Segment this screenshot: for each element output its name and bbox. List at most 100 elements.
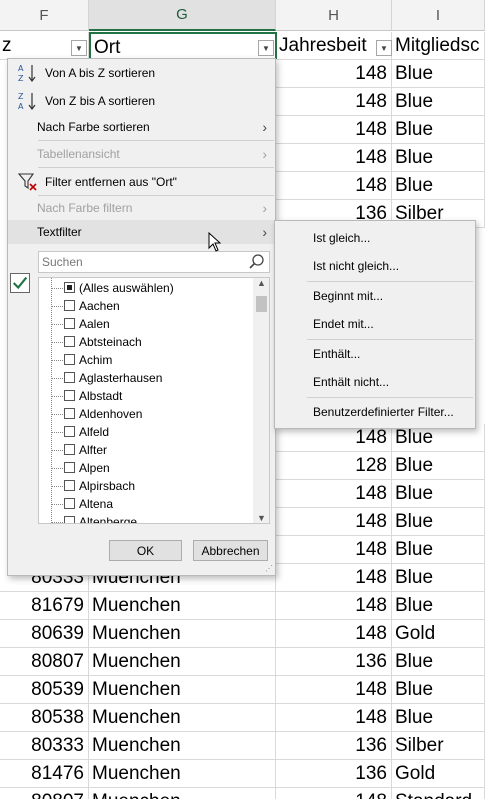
list-item[interactable]: Alfeld: [39, 423, 253, 441]
cell-i[interactable]: Blue: [392, 144, 485, 172]
cell-i[interactable]: Blue: [392, 508, 485, 536]
column-header-g[interactable]: G: [89, 0, 276, 31]
checkbox[interactable]: [64, 354, 75, 365]
list-item[interactable]: Altenberge: [39, 513, 253, 523]
cell-g[interactable]: Muenchen: [89, 760, 276, 788]
cell-f[interactable]: 81679: [0, 592, 89, 620]
cancel-button[interactable]: Abbrechen: [193, 540, 268, 561]
list-item[interactable]: Aglasterhausen: [39, 369, 253, 387]
cell-g[interactable]: Muenchen: [89, 788, 276, 799]
cell-g[interactable]: Muenchen: [89, 676, 276, 704]
submenu-begins-with[interactable]: Beginnt mit...: [313, 289, 383, 303]
cell-i[interactable]: Blue: [392, 648, 485, 676]
header-cell-mitgliedschaft[interactable]: Mitgliedsc: [392, 32, 485, 60]
checkbox[interactable]: [64, 336, 75, 347]
cell-h[interactable]: 148: [276, 536, 392, 564]
cell-i[interactable]: Blue: [392, 88, 485, 116]
cell-g[interactable]: Muenchen: [89, 704, 276, 732]
checkbox[interactable]: [64, 390, 75, 401]
filter-dropdown-button-h[interactable]: ▼: [376, 40, 392, 56]
submenu-not-contains[interactable]: Enthält nicht...: [313, 375, 389, 389]
list-item[interactable]: Alpen: [39, 459, 253, 477]
filter-search-input[interactable]: Suchen: [38, 251, 270, 273]
cell-g[interactable]: Muenchen: [89, 620, 276, 648]
cell-f[interactable]: 80539: [0, 676, 89, 704]
text-filter-item[interactable]: Textfilter ›: [8, 220, 275, 244]
filter-dropdown-button-f[interactable]: ▼: [71, 40, 87, 56]
checkbox[interactable]: [64, 300, 75, 311]
cell-h[interactable]: 148: [276, 144, 392, 172]
cell-f[interactable]: 81476: [0, 760, 89, 788]
cell-i[interactable]: Gold: [392, 620, 485, 648]
cell-f[interactable]: 80807: [0, 788, 89, 799]
header-cell-jahresbeitrag[interactable]: Jahresbeit: [276, 32, 392, 60]
list-item[interactable]: Alpirsbach: [39, 477, 253, 495]
column-header-i[interactable]: I: [392, 0, 485, 31]
cell-h[interactable]: 136: [276, 732, 392, 760]
cell-h[interactable]: 148: [276, 88, 392, 116]
list-item[interactable]: Alfter: [39, 441, 253, 459]
cell-i[interactable]: Blue: [392, 116, 485, 144]
checkbox[interactable]: [64, 516, 75, 523]
cell-i[interactable]: Blue: [392, 676, 485, 704]
cell-h[interactable]: 136: [276, 648, 392, 676]
checkbox[interactable]: [64, 426, 75, 437]
checkbox[interactable]: [64, 480, 75, 491]
cell-i[interactable]: Blue: [392, 172, 485, 200]
cell-f[interactable]: 80538: [0, 704, 89, 732]
header-cell-ort[interactable]: Ort: [89, 32, 277, 60]
remove-filter-item[interactable]: Filter entfernen aus "Ort": [8, 170, 275, 194]
checkbox[interactable]: [64, 282, 75, 293]
cell-h[interactable]: 128: [276, 452, 392, 480]
checkbox[interactable]: [64, 408, 75, 419]
list-item[interactable]: Altena: [39, 495, 253, 513]
list-scrollbar[interactable]: ▲ ▼: [253, 278, 269, 523]
submenu-equals[interactable]: Ist gleich...: [313, 231, 370, 245]
checkbox[interactable]: [64, 444, 75, 455]
cell-g[interactable]: Muenchen: [89, 648, 276, 676]
checkbox[interactable]: [64, 318, 75, 329]
list-item[interactable]: Aldenhoven: [39, 405, 253, 423]
cell-h[interactable]: 148: [276, 592, 392, 620]
cell-g[interactable]: Muenchen: [89, 732, 276, 760]
cell-h[interactable]: 148: [276, 116, 392, 144]
cell-h[interactable]: 148: [276, 172, 392, 200]
cell-i[interactable]: Silber: [392, 732, 485, 760]
cell-h[interactable]: 148: [276, 508, 392, 536]
cell-i[interactable]: Gold: [392, 760, 485, 788]
cell-i[interactable]: Blue: [392, 536, 485, 564]
list-item[interactable]: Abtsteinach: [39, 333, 253, 351]
checkbox[interactable]: [64, 498, 75, 509]
ok-button[interactable]: OK: [109, 540, 182, 561]
resize-grip-icon[interactable]: ⋰: [265, 564, 273, 573]
cell-i[interactable]: Blue: [392, 704, 485, 732]
scroll-down-icon[interactable]: ▼: [257, 513, 266, 523]
list-item[interactable]: Albstadt: [39, 387, 253, 405]
cell-f[interactable]: 80807: [0, 648, 89, 676]
list-item[interactable]: Achim: [39, 351, 253, 369]
list-item[interactable]: Aalen: [39, 315, 253, 333]
sort-a-z-item[interactable]: A Z Von A bis Z sortieren: [8, 61, 275, 85]
submenu-ends-with[interactable]: Endet mit...: [313, 317, 374, 331]
cell-i[interactable]: Blue: [392, 60, 485, 88]
cell-h[interactable]: 136: [276, 760, 392, 788]
scrollbar-thumb[interactable]: [256, 296, 267, 312]
list-item[interactable]: Aachen: [39, 297, 253, 315]
select-all-item[interactable]: (Alles auswählen): [39, 279, 253, 297]
sort-z-a-item[interactable]: Z A Von Z bis A sortieren: [8, 89, 275, 113]
cell-h[interactable]: 148: [276, 676, 392, 704]
cell-i[interactable]: Blue: [392, 592, 485, 620]
cell-h[interactable]: 148: [276, 788, 392, 799]
cell-h[interactable]: 148: [276, 60, 392, 88]
cell-i[interactable]: Blue: [392, 564, 485, 592]
filter-active-button-ort[interactable]: ▼: [258, 40, 274, 56]
cell-h[interactable]: 148: [276, 480, 392, 508]
checkbox[interactable]: [64, 462, 75, 473]
cell-i[interactable]: Blue: [392, 452, 485, 480]
submenu-custom-filter[interactable]: Benutzerdefinierter Filter...: [313, 405, 454, 419]
cell-i[interactable]: Standard: [392, 788, 485, 799]
column-header-f[interactable]: F: [0, 0, 89, 31]
submenu-contains[interactable]: Enthält...: [313, 347, 360, 361]
cell-g[interactable]: Muenchen: [89, 592, 276, 620]
cell-h[interactable]: 148: [276, 704, 392, 732]
